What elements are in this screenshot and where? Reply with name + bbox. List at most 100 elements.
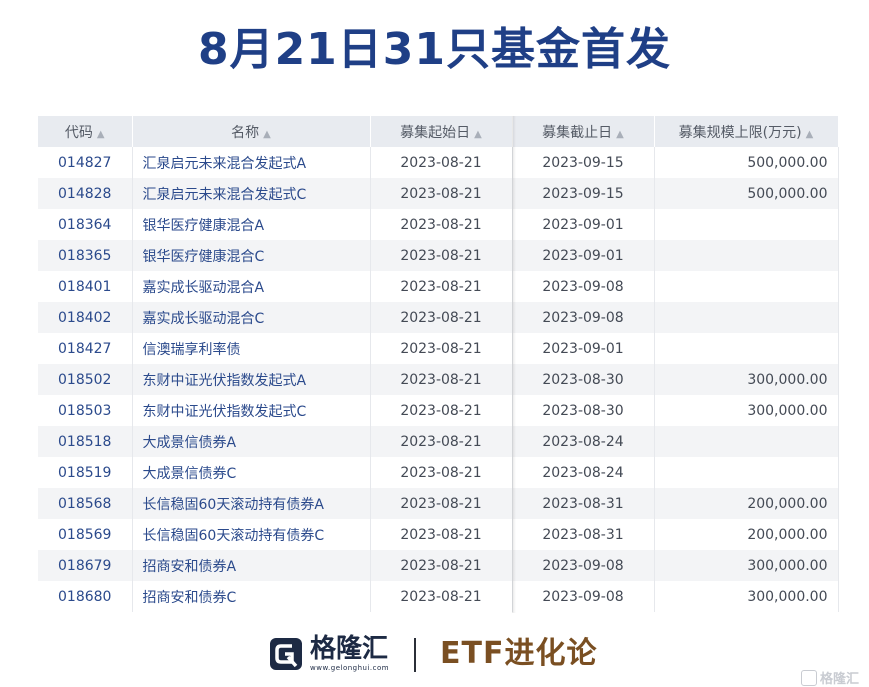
cell-fund-name[interactable]: 东财中证光伏指数发起式A — [132, 364, 371, 395]
sort-icon[interactable]: ▲︎ — [474, 129, 482, 140]
cell-fund-name[interactable]: 招商安和债券A — [132, 550, 371, 581]
cell-end-date: 2023-09-01 — [512, 333, 655, 364]
watermark-logo-icon — [800, 669, 817, 686]
watermark-text: 格隆汇 — [819, 672, 859, 687]
cell-start-date: 2023-08-21 — [370, 488, 513, 519]
fund-table-container: 代码 ▲︎ 名称 ▲︎ 募集起始日 ▲︎ 募集截止日 ▲︎ 募集规模上限(万元) ▲︎ 0… — [38, 116, 839, 613]
table-row: 018680 招商安和债券C 2023-08-21 2023-09-08 300,000… — [38, 581, 839, 612]
cell-code[interactable]: 018427 — [38, 333, 133, 364]
cell-code[interactable]: 018401 — [38, 271, 133, 302]
table-row: 018679 招商安和债券A 2023-08-21 2023-09-08 300,000… — [38, 550, 839, 581]
table-row: 018427 信澳瑞享利率债 2023-08-21 2023-09-01 — [38, 333, 839, 364]
cell-code[interactable]: 018679 — [38, 550, 133, 581]
cell-code[interactable]: 018519 — [38, 457, 133, 488]
table-row: 018502 东财中证光伏指数发起式A 2023-08-21 2023-08-30 30… — [38, 364, 839, 395]
cell-end-date: 2023-08-31 — [512, 488, 655, 519]
cell-start-date: 2023-08-21 — [370, 581, 513, 612]
cell-end-date: 2023-08-30 — [512, 364, 655, 395]
cell-start-date: 2023-08-21 — [370, 271, 513, 302]
cell-code[interactable]: 018502 — [38, 364, 133, 395]
cell-code[interactable]: 018518 — [38, 426, 133, 457]
watermark: 格隆汇 — [800, 668, 859, 687]
table-row: 014827 汇泉启元未来混合发起式A 2023-08-21 2023-09-15 50… — [38, 147, 839, 178]
logo-url: www.gelonghui.com — [310, 664, 390, 672]
cell-end-date: 2023-09-01 — [512, 240, 655, 271]
cell-limit — [654, 209, 839, 240]
table-row: 018365 银华医疗健康混合C 2023-08-21 2023-09-01 — [38, 240, 839, 271]
cell-end-date: 2023-08-24 — [512, 457, 655, 488]
table-row: 018401 嘉实成长驱动混合A 2023-08-21 2023-09-08 — [38, 271, 839, 302]
cell-fund-name[interactable]: 嘉实成长驱动混合A — [132, 271, 371, 302]
cell-start-date: 2023-08-21 — [370, 302, 513, 333]
cell-end-date: 2023-09-08 — [512, 271, 655, 302]
table-row: 018518 大成景信债券A 2023-08-21 2023-08-24 — [38, 426, 839, 457]
cell-start-date: 2023-08-21 — [370, 426, 513, 457]
column-header-end-date[interactable]: 募集截止日 ▲︎ — [512, 116, 655, 147]
cell-fund-name[interactable]: 大成景信债券C — [132, 457, 371, 488]
cell-start-date: 2023-08-21 — [370, 209, 513, 240]
table-body: 014827 汇泉启元未来混合发起式A 2023-08-21 2023-09-15 50… — [38, 147, 839, 612]
cell-fund-name[interactable]: 银华医疗健康混合C — [132, 240, 371, 271]
cell-limit — [654, 240, 839, 271]
cell-start-date: 2023-08-21 — [370, 240, 513, 271]
cell-code[interactable]: 018568 — [38, 488, 133, 519]
cell-limit: 500,000.00 — [654, 178, 839, 209]
cell-start-date: 2023-08-21 — [370, 395, 513, 426]
cell-code[interactable]: 018365 — [38, 240, 133, 271]
cell-fund-name[interactable]: 信澳瑞享利率债 — [132, 333, 371, 364]
cell-code[interactable]: 018503 — [38, 395, 133, 426]
table-row: 018364 银华医疗健康混合A 2023-08-21 2023-09-01 — [38, 209, 839, 240]
cell-code[interactable]: 014828 — [38, 178, 133, 209]
cell-fund-name[interactable]: 东财中证光伏指数发起式C — [132, 395, 371, 426]
cell-start-date: 2023-08-21 — [370, 519, 513, 550]
cell-fund-name[interactable]: 银华医疗健康混合A — [132, 209, 371, 240]
cell-fund-name[interactable]: 长信稳固60天滚动持有债券A — [132, 488, 371, 519]
cell-code[interactable]: 018402 — [38, 302, 133, 333]
cell-code[interactable]: 014827 — [38, 147, 133, 178]
sort-icon[interactable]: ▲︎ — [806, 129, 814, 140]
cell-end-date: 2023-08-31 — [512, 519, 655, 550]
cell-end-date: 2023-09-08 — [512, 550, 655, 581]
footer: 格隆汇 www.gelonghui.com ETF进化论 格隆汇 — [0, 632, 869, 687]
cell-fund-name[interactable]: 招商安和债券C — [132, 581, 371, 612]
table-row: 018568 长信稳固60天滚动持有债券A 2023-08-21 2023-08-31… — [38, 488, 839, 519]
cell-end-date: 2023-09-08 — [512, 581, 655, 612]
cell-limit: 500,000.00 — [654, 147, 839, 178]
cell-limit: 200,000.00 — [654, 488, 839, 519]
cell-fund-name[interactable]: 嘉实成长驱动混合C — [132, 302, 371, 333]
column-header-limit[interactable]: 募集规模上限(万元) ▲︎ — [654, 116, 839, 147]
cell-fund-name[interactable]: 大成景信债券A — [132, 426, 371, 457]
cell-end-date: 2023-09-01 — [512, 209, 655, 240]
cell-limit: 200,000.00 — [654, 519, 839, 550]
cell-code[interactable]: 018569 — [38, 519, 133, 550]
cell-end-date: 2023-08-24 — [512, 426, 655, 457]
cell-code[interactable]: 018680 — [38, 581, 133, 612]
table-row: 018503 东财中证光伏指数发起式C 2023-08-21 2023-08-30 30… — [38, 395, 839, 426]
cell-end-date: 2023-08-30 — [512, 395, 655, 426]
table-row: 014828 汇泉启元未来混合发起式C 2023-08-21 2023-09-15 50… — [38, 178, 839, 209]
cell-limit: 300,000.00 — [654, 550, 839, 581]
column-header-start-date[interactable]: 募集起始日 ▲︎ — [370, 116, 513, 147]
cell-limit: 300,000.00 — [654, 364, 839, 395]
cell-fund-name[interactable]: 汇泉启元未来混合发起式A — [132, 147, 371, 178]
table-row: 018519 大成景信债券C 2023-08-21 2023-08-24 — [38, 457, 839, 488]
frozen-column-shadow — [512, 116, 516, 613]
column-header-code[interactable]: 代码 ▲︎ — [38, 116, 133, 147]
sort-icon[interactable]: ▲︎ — [97, 129, 105, 140]
table-row: 018569 长信稳固60天滚动持有债券C 2023-08-21 2023-08-31… — [38, 519, 839, 550]
cell-start-date: 2023-08-21 — [370, 147, 513, 178]
sort-icon[interactable]: ▲︎ — [616, 129, 624, 140]
cell-fund-name[interactable]: 汇泉启元未来混合发起式C — [132, 178, 371, 209]
cell-start-date: 2023-08-21 — [370, 550, 513, 581]
cell-limit: 300,000.00 — [654, 581, 839, 612]
cell-limit — [654, 302, 839, 333]
cell-limit — [654, 426, 839, 457]
table-header-row: 代码 ▲︎ 名称 ▲︎ 募集起始日 ▲︎ 募集截止日 ▲︎ 募集规模上限(万元) ▲︎ — [38, 116, 839, 147]
cell-code[interactable]: 018364 — [38, 209, 133, 240]
sort-icon[interactable]: ▲︎ — [263, 129, 271, 140]
fund-table: 代码 ▲︎ 名称 ▲︎ 募集起始日 ▲︎ 募集截止日 ▲︎ 募集规模上限(万元) ▲︎ 0… — [38, 116, 839, 612]
column-header-name[interactable]: 名称 ▲︎ — [132, 116, 371, 147]
cell-limit — [654, 271, 839, 302]
logo-text: 格隆汇 — [310, 634, 389, 664]
cell-fund-name[interactable]: 长信稳固60天滚动持有债券C — [132, 519, 371, 550]
